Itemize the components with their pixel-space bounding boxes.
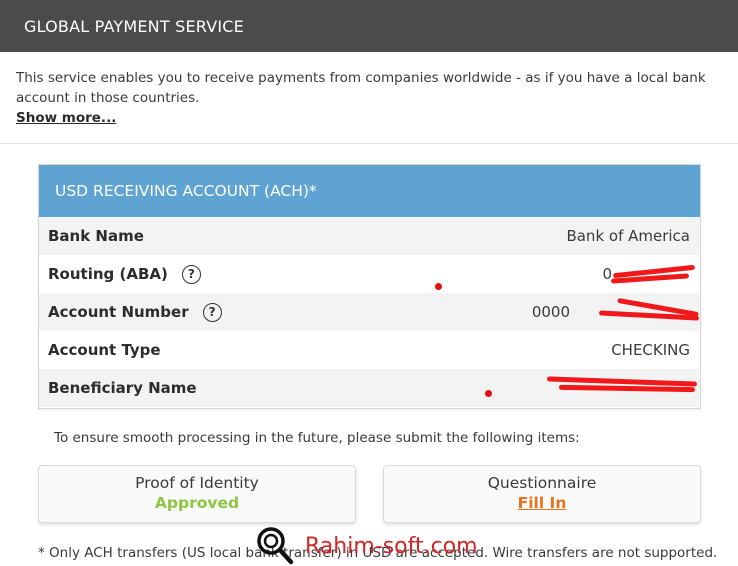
proof-of-identity-title: Proof of Identity bbox=[135, 474, 259, 492]
account-number-value: 0000 bbox=[531, 303, 570, 321]
routing-help-icon[interactable]: ? bbox=[181, 264, 201, 284]
account-row-beneficiary: Beneficiary Name bbox=[39, 369, 700, 407]
account-row-account-number: Account Number ? 0000 bbox=[39, 293, 700, 331]
stray-red-dot bbox=[485, 390, 492, 397]
questionnaire-title: Questionnaire bbox=[487, 474, 597, 492]
account-row-bank-name: Bank Name Bank of America bbox=[39, 217, 700, 255]
show-more-link[interactable]: Show more... bbox=[16, 108, 116, 128]
account-type-value: CHECKING bbox=[611, 341, 690, 359]
magnifier-logo-icon bbox=[257, 527, 294, 565]
page-title: GLOBAL PAYMENT SERVICE bbox=[24, 16, 244, 36]
receiving-account-card: USD RECEIVING ACCOUNT (ACH)* Bank Name B… bbox=[38, 164, 701, 409]
watermark: Rahim-soft.com bbox=[255, 526, 478, 566]
watermark-text: Rahim-soft.com bbox=[305, 533, 478, 559]
intro-section: This service enables you to receive paym… bbox=[0, 52, 738, 144]
account-number-label: Account Number bbox=[48, 303, 189, 321]
receiving-account-header: USD RECEIVING ACCOUNT (ACH)* bbox=[39, 165, 700, 217]
questionnaire-fill-in-link[interactable]: Fill In bbox=[384, 494, 700, 512]
proof-of-identity-status: Approved bbox=[154, 494, 240, 512]
beneficiary-redaction-mark-2 bbox=[558, 384, 696, 393]
intro-description: This service enables you to receive paym… bbox=[16, 70, 706, 106]
bank-name-value: Bank of America bbox=[566, 227, 690, 245]
page-header: GLOBAL PAYMENT SERVICE bbox=[0, 0, 738, 52]
account-type-label: Account Type bbox=[48, 341, 161, 359]
receiving-account-title: USD RECEIVING ACCOUNT (ACH)* bbox=[55, 182, 317, 200]
routing-label: Routing (ABA) bbox=[48, 265, 168, 283]
proof-of-identity-box: Proof of Identity Approved bbox=[38, 465, 356, 523]
stray-red-dot bbox=[435, 283, 442, 290]
beneficiary-label: Beneficiary Name bbox=[48, 379, 197, 397]
bank-name-label: Bank Name bbox=[48, 227, 144, 245]
account-row-account-type: Account Type CHECKING bbox=[39, 331, 700, 369]
questionnaire-box: Questionnaire Fill In bbox=[383, 465, 701, 523]
submission-notice: To ensure smooth processing in the futur… bbox=[54, 430, 580, 446]
account-row-routing: Routing (ABA) ? 0 bbox=[39, 255, 700, 293]
account-number-help-icon[interactable]: ? bbox=[202, 302, 222, 322]
